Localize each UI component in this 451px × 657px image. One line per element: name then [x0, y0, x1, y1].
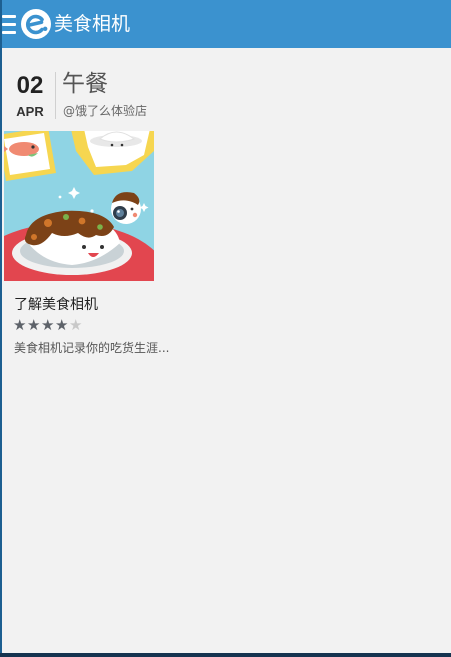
star-filled-icon: ★ — [27, 316, 41, 334]
food-illustration[interactable] — [4, 131, 154, 281]
date-month: APR — [16, 104, 44, 119]
store-name[interactable]: @饿了么体验店 — [63, 103, 147, 119]
top-bar: 美食相机 — [2, 0, 451, 48]
rating-stars: ★ ★ ★ ★ ★ — [13, 317, 83, 335]
hamburger-menu-icon[interactable] — [2, 15, 16, 34]
e-logo-icon — [21, 9, 51, 39]
meal-title: 午餐 — [62, 71, 108, 97]
star-filled-icon: ★ — [41, 316, 55, 334]
food-illustration-graphic — [4, 131, 154, 281]
star-filled-icon: ★ — [55, 316, 69, 334]
card-description: 美食相机记录你的吃货生涯... — [14, 341, 170, 355]
star-empty-icon: ★ — [69, 316, 83, 334]
app-title: 美食相机 — [54, 13, 131, 35]
date-block: 02 APR — [12, 72, 48, 121]
date-day: 02 — [16, 72, 44, 99]
star-filled-icon: ★ — [13, 316, 27, 334]
card-title[interactable]: 了解美食相机 — [14, 295, 98, 315]
app-window: 美食相机 02 APR 午餐 @饿了么体验店 了解美食相机 ★ ★ ★ ★ ★ … — [0, 0, 451, 653]
date-divider — [55, 72, 56, 119]
